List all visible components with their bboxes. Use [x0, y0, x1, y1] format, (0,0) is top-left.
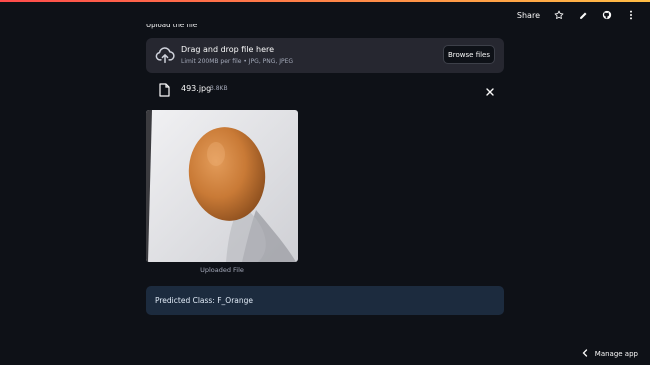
file-dropzone[interactable]: Drag and drop file here Limit 200MB per … — [146, 38, 504, 73]
chevron-left-icon — [582, 349, 588, 359]
browse-files-button[interactable]: Browse files — [443, 45, 495, 64]
close-icon[interactable] — [484, 83, 496, 96]
more-vertical-icon[interactable] — [624, 8, 638, 22]
github-icon[interactable] — [600, 8, 614, 22]
uploaded-image — [146, 110, 298, 262]
dropzone-title: Drag and drop file here — [181, 45, 275, 54]
uploaded-file-row: 493.jpg 3.8KB — [146, 78, 504, 100]
prediction-text: Predicted Class: F_Orange — [155, 296, 254, 305]
file-name: 493.jpg — [181, 84, 212, 93]
header-toolbar: Share — [517, 8, 638, 22]
edit-icon[interactable] — [576, 8, 590, 22]
dropzone-limits: Limit 200MB per file • JPG, PNG, JPEG — [181, 58, 294, 65]
top-accent-bar — [0, 0, 650, 2]
prediction-result: Predicted Class: F_Orange — [146, 286, 504, 315]
file-icon — [159, 82, 170, 97]
manage-app-button[interactable]: Manage app — [582, 349, 638, 359]
manage-app-label: Manage app — [594, 350, 638, 358]
file-size: 3.8KB — [210, 85, 228, 92]
star-icon[interactable] — [552, 8, 566, 22]
image-caption: Uploaded File — [200, 266, 244, 274]
share-button[interactable]: Share — [517, 11, 540, 20]
uploader-label: Upload the file — [146, 24, 198, 29]
cloud-upload-icon — [155, 46, 175, 64]
